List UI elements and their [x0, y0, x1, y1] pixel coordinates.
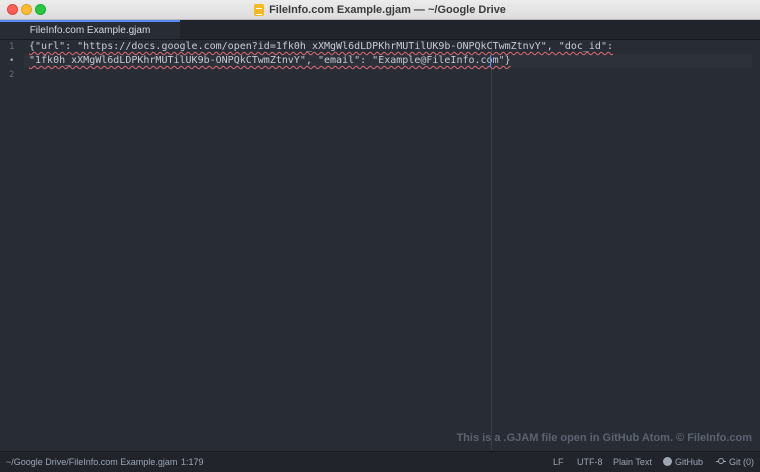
- atom-window: FileInfo.com Example.gjam — ~/Google Dri…: [0, 0, 760, 472]
- tab-fileinfo-example[interactable]: FileInfo.com Example.gjam: [0, 20, 180, 39]
- watermark: This is a .GJAM file open in GitHub Atom…: [456, 432, 752, 444]
- git-label: Git (0): [729, 457, 755, 467]
- document-icon: [254, 3, 265, 16]
- title-bar: FileInfo.com Example.gjam — ~/Google Dri…: [0, 0, 760, 20]
- git-branch-icon: [716, 457, 726, 466]
- status-cursor-position[interactable]: 1:179: [181, 452, 204, 472]
- status-github-button[interactable]: GitHub: [663, 452, 703, 472]
- tab-label: FileInfo.com Example.gjam: [29, 25, 151, 36]
- status-line-ending[interactable]: LF: [553, 452, 564, 472]
- code-line: "1fk0h_xXMgWl6dLDPKhrMUTilUK9b-ONPQkCTwm…: [29, 55, 511, 66]
- line-number: 2: [9, 70, 15, 80]
- text-editor[interactable]: 1 • 2 {"url": "https://docs.google.com/o…: [0, 40, 760, 450]
- github-label: GitHub: [675, 457, 704, 467]
- github-icon: [663, 457, 672, 466]
- code-line: {"url": "https://docs.google.com/open?id…: [29, 41, 613, 52]
- tab-bar: FileInfo.com Example.gjam: [0, 20, 760, 40]
- wrap-guide: [491, 40, 492, 450]
- status-grammar[interactable]: Plain Text: [613, 452, 652, 472]
- line-number: 1: [9, 42, 15, 52]
- status-file-path[interactable]: ~/Google Drive/FileInfo.com Example.gjam: [6, 452, 177, 472]
- status-git-button[interactable]: Git (0): [716, 452, 754, 472]
- status-encoding[interactable]: UTF-8: [577, 452, 603, 472]
- soft-wrap-indicator: •: [9, 56, 15, 66]
- window-title-wrap: FileInfo.com Example.gjam — ~/Google Dri…: [0, 0, 760, 19]
- line-number-gutter: 1 • 2: [0, 40, 24, 450]
- status-bar: ~/Google Drive/FileInfo.com Example.gjam…: [0, 451, 760, 472]
- text-cursor: [490, 55, 491, 67]
- window-title: FileInfo.com Example.gjam — ~/Google Dri…: [269, 3, 506, 16]
